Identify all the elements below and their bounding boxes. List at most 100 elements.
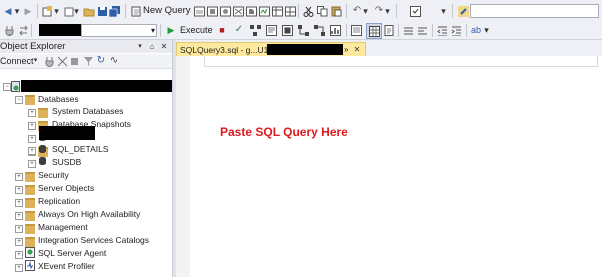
toolbar-separator bbox=[160, 24, 161, 37]
tree-node-security[interactable]: Security bbox=[38, 169, 69, 181]
expand-toggle-icon[interactable]: + bbox=[28, 109, 36, 117]
expand-toggle-icon[interactable]: + bbox=[28, 135, 36, 143]
new-project-dropdown-icon[interactable]: ▾ bbox=[53, 5, 60, 17]
tree-node-replication[interactable]: Replication bbox=[38, 195, 80, 207]
tree-node-always-on[interactable]: Always On High Availability bbox=[38, 208, 140, 220]
connect-dropdown-icon[interactable]: ▾ bbox=[32, 55, 39, 67]
query-options-icon[interactable] bbox=[265, 24, 277, 36]
analysis-xmla-query-icon[interactable] bbox=[232, 5, 244, 17]
cancel-query-icon[interactable]: ■ bbox=[216, 24, 228, 36]
include-actual-plan-icon[interactable] bbox=[297, 24, 309, 36]
new-project-icon[interactable] bbox=[41, 5, 53, 17]
tree-node-databases[interactable]: Databases bbox=[38, 93, 79, 105]
display-estimated-plan-icon[interactable] bbox=[249, 24, 261, 36]
parse-checkmark-icon[interactable]: ✓ bbox=[233, 24, 245, 36]
cut-icon[interactable] bbox=[302, 5, 314, 17]
connect-button[interactable]: Connect bbox=[0, 55, 34, 67]
tree-node-server-objects[interactable]: Server Objects bbox=[38, 182, 94, 194]
disconnect-icon[interactable] bbox=[56, 55, 68, 67]
query-editor[interactable]: Paste SQL Query Here bbox=[176, 56, 602, 277]
window-position-dropdown-icon[interactable]: ▾ bbox=[136, 41, 144, 53]
stop-icon[interactable] bbox=[68, 55, 80, 67]
collapse-toggle-icon[interactable]: − bbox=[15, 96, 23, 104]
toolbar-separator bbox=[466, 24, 467, 37]
open-file-icon[interactable] bbox=[83, 5, 95, 17]
results-to-text-icon[interactable] bbox=[350, 24, 362, 36]
expand-toggle-icon[interactable]: + bbox=[28, 122, 36, 130]
results-to-file-icon[interactable] bbox=[383, 24, 395, 36]
uncomment-lines-icon[interactable] bbox=[416, 24, 428, 36]
folder-icon bbox=[25, 95, 35, 105]
toolbar-separator bbox=[31, 24, 32, 37]
client-statistics-icon[interactable] bbox=[329, 24, 341, 36]
close-tab-icon[interactable]: ✕ bbox=[352, 44, 362, 56]
decrease-indent-icon[interactable] bbox=[436, 24, 448, 36]
analysis-dmx-query-icon[interactable] bbox=[219, 5, 231, 17]
filter-icon[interactable] bbox=[82, 55, 94, 67]
redo-dropdown-icon[interactable]: ▾ bbox=[384, 5, 391, 17]
new-table-icon[interactable] bbox=[271, 5, 283, 17]
forward-icon[interactable]: ▶ bbox=[22, 5, 34, 17]
navigate-dropdown-icon[interactable]: ▾ bbox=[440, 5, 447, 17]
collapse-toggle-icon[interactable]: − bbox=[3, 83, 11, 91]
undo-dropdown-icon[interactable]: ▾ bbox=[362, 5, 369, 17]
expand-toggle-icon[interactable]: + bbox=[15, 251, 23, 259]
results-to-grid-icon[interactable] bbox=[366, 23, 382, 39]
save-icon[interactable] bbox=[96, 5, 108, 17]
solution-explorer-icon[interactable] bbox=[409, 5, 421, 17]
new-query-icon[interactable] bbox=[130, 5, 142, 17]
expand-toggle-icon[interactable]: + bbox=[15, 264, 23, 272]
live-query-stats-icon[interactable] bbox=[313, 24, 325, 36]
expand-toggle-icon[interactable]: + bbox=[15, 225, 23, 233]
expand-toggle-icon[interactable]: + bbox=[28, 160, 36, 168]
database-selector[interactable]: ▾ bbox=[81, 24, 157, 37]
expand-toggle-icon[interactable]: + bbox=[15, 199, 23, 207]
change-connection-icon[interactable] bbox=[17, 24, 29, 36]
expand-toggle-icon[interactable]: + bbox=[15, 212, 23, 220]
pin-icon[interactable]: ⌂ bbox=[148, 41, 156, 53]
new-query-button[interactable]: New Query bbox=[143, 5, 191, 17]
close-panel-icon[interactable]: ✕ bbox=[160, 41, 168, 53]
tree-node-sql-details[interactable]: SQL_DETAILS bbox=[52, 143, 109, 155]
toolbar-separator bbox=[432, 24, 433, 37]
execute-button[interactable]: Execute bbox=[180, 24, 213, 36]
find-icon[interactable] bbox=[457, 5, 469, 17]
back-dropdown-icon[interactable]: ▾ bbox=[13, 5, 21, 17]
expand-toggle-icon[interactable]: + bbox=[15, 173, 23, 181]
comment-lines-icon[interactable] bbox=[402, 24, 414, 36]
connect-object-explorer-icon[interactable] bbox=[43, 55, 55, 67]
increase-indent-icon[interactable] bbox=[450, 24, 462, 36]
tree-node-susdb[interactable]: SUSDB bbox=[52, 156, 81, 168]
execute-icon[interactable]: ▶ bbox=[165, 24, 177, 36]
toolbar-separator bbox=[298, 4, 299, 18]
specify-template-values-icon[interactable]: ab bbox=[470, 24, 482, 36]
tab-sqlquery3[interactable]: SQLQuery3.sql - g...U1 » ✕ bbox=[176, 42, 366, 57]
connect-plug-icon[interactable] bbox=[3, 24, 15, 36]
expand-toggle-icon[interactable]: + bbox=[15, 186, 23, 194]
analysis-mdx-query-icon[interactable] bbox=[206, 5, 218, 17]
database-engine-query-icon[interactable] bbox=[193, 5, 205, 17]
tree-node-system-databases[interactable]: System Databases bbox=[52, 105, 123, 117]
new-view-icon[interactable] bbox=[284, 5, 296, 17]
intellisense-icon[interactable] bbox=[281, 24, 293, 36]
activity-monitor-icon[interactable]: ∿ bbox=[108, 55, 120, 67]
expand-toggle-icon[interactable]: + bbox=[28, 147, 36, 155]
analysis-dax-query-icon[interactable] bbox=[245, 5, 257, 17]
folder-icon bbox=[25, 172, 35, 182]
tree-node-sql-server-agent[interactable]: SQL Server Agent bbox=[38, 247, 106, 259]
xevent-profiler-icon bbox=[25, 260, 35, 271]
tree-node-management[interactable]: Management bbox=[38, 221, 88, 233]
tree-node-xevent-profiler[interactable]: XEvent Profiler bbox=[38, 260, 95, 272]
toolbar-separator bbox=[346, 24, 347, 37]
add-item-dropdown-icon[interactable]: ▾ bbox=[73, 5, 80, 17]
refresh-icon[interactable]: ↻ bbox=[95, 55, 107, 67]
activity-monitor-icon[interactable] bbox=[258, 5, 270, 17]
tree-node-integration-services[interactable]: Integration Services Catalogs bbox=[38, 234, 149, 246]
paste-icon[interactable] bbox=[330, 5, 342, 17]
find-combobox[interactable] bbox=[470, 4, 599, 18]
expand-toggle-icon[interactable]: + bbox=[15, 238, 23, 246]
save-all-icon[interactable] bbox=[109, 5, 121, 17]
copy-icon[interactable] bbox=[316, 5, 328, 17]
chevron-down-icon[interactable]: ▾ bbox=[151, 25, 155, 36]
toolbar-overflow-dropdown-icon[interactable]: ▾ bbox=[483, 24, 490, 36]
